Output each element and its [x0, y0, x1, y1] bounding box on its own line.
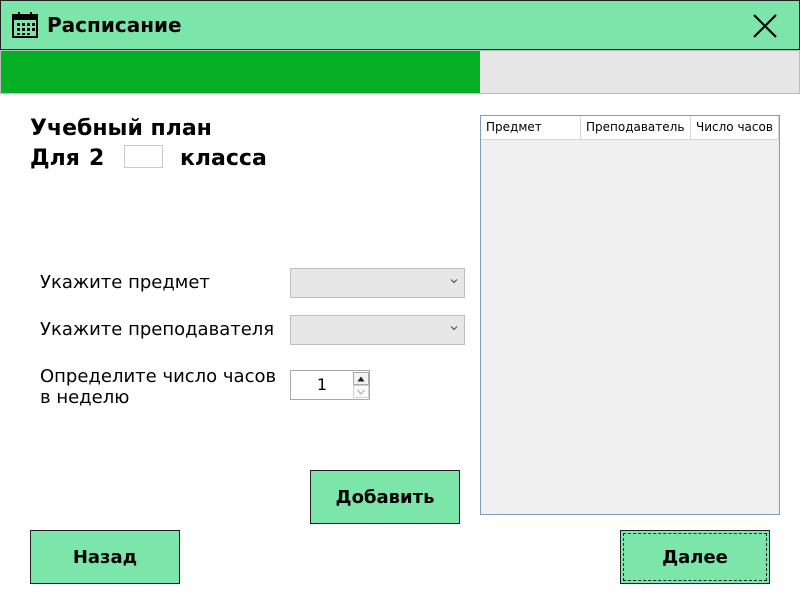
close-button[interactable] — [743, 7, 787, 45]
back-button[interactable]: Назад — [30, 530, 180, 584]
class-letter-input[interactable] — [124, 145, 163, 168]
title-bar: Расписание — [0, 0, 800, 50]
grade-number: 2 — [89, 146, 105, 171]
teacher-select[interactable] — [290, 315, 465, 345]
table-header: Предмет Преподаватель Число часов — [481, 116, 779, 140]
chevron-up-icon — [357, 376, 365, 381]
hours-value[interactable]: 1 — [291, 371, 353, 399]
increment-button[interactable] — [353, 372, 369, 385]
for-label: Для — [30, 146, 80, 171]
hours-label: Определите число часов в неделю — [40, 366, 290, 408]
column-header-hours[interactable]: Число часов — [691, 116, 779, 139]
chevron-down-icon — [450, 326, 458, 331]
chevron-down-icon — [450, 279, 458, 284]
subject-select[interactable] — [290, 268, 465, 298]
window-title: Расписание — [47, 13, 182, 37]
class-label: класса — [180, 146, 267, 171]
chevron-down-icon — [357, 389, 365, 395]
progress-fill — [1, 51, 480, 93]
close-icon — [753, 14, 777, 38]
progress-bar — [0, 50, 800, 94]
calendar-icon — [12, 12, 38, 38]
decrement-button[interactable] — [353, 385, 369, 398]
next-button[interactable]: Далее — [620, 530, 770, 584]
column-header-teacher[interactable]: Преподаватель — [581, 116, 691, 139]
hours-stepper[interactable]: 1 — [290, 370, 370, 400]
curriculum-table[interactable]: Предмет Преподаватель Число часов — [480, 115, 780, 515]
teacher-label: Укажите преподавателя — [40, 319, 275, 340]
plan-heading: Учебный план — [30, 116, 212, 141]
add-button[interactable]: Добавить — [310, 470, 460, 524]
hours-label-line2: в неделю — [40, 387, 130, 408]
subject-label: Укажите предмет — [40, 272, 210, 293]
column-header-subject[interactable]: Предмет — [481, 116, 581, 139]
hours-label-line1: Определите число часов — [40, 366, 277, 387]
